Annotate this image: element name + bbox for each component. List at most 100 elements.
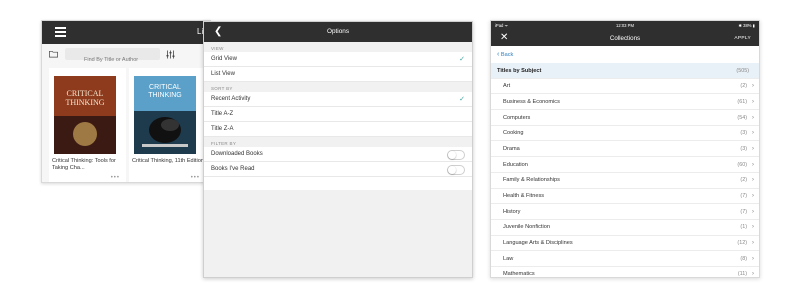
checkmark-icon: ✓	[459, 96, 465, 103]
section-label-filter-by: FILTER BY	[204, 137, 472, 147]
library-search-row	[42, 44, 210, 66]
options-empty-area	[204, 190, 472, 277]
option-grid-view[interactable]: Grid View ✓	[204, 52, 472, 67]
collection-list-item[interactable]: Business & Economics (61) ›	[491, 94, 759, 111]
collection-list-item[interactable]: Juvenile Nonfiction (1) ›	[491, 220, 759, 236]
filter-sliders-icon[interactable]	[166, 50, 175, 59]
collection-name: Law	[503, 255, 514, 262]
collection-list-item[interactable]: Family & Relationships (2) ›	[491, 173, 759, 189]
collection-name: Art	[503, 83, 511, 90]
options-panel: ❮ Options VIEW Grid View ✓ List View SOR…	[203, 21, 473, 278]
collection-count: (2)	[740, 177, 747, 184]
collection-name: Business & Economics	[503, 98, 560, 105]
option-title-a-z[interactable]: Title A-Z	[204, 107, 472, 122]
collection-list-item[interactable]: Drama (3) ›	[491, 141, 759, 158]
chevron-right-icon: ›	[751, 129, 754, 137]
toggle-knob	[448, 150, 456, 159]
cover-title-line1: CRITICAL	[67, 89, 104, 98]
status-bar: iPad ᯤ 12:03 PM ✱ 38% ▮	[491, 21, 759, 30]
chevron-right-icon: ›	[751, 207, 754, 215]
collection-count: (60)	[737, 161, 747, 168]
collection-list-item[interactable]: Mathematics (11) ›	[491, 267, 759, 278]
collection-name: History	[503, 208, 521, 215]
chevron-right-icon: ›	[751, 160, 754, 168]
collection-name: Drama	[503, 145, 520, 152]
option-label: Title Z-A	[211, 126, 234, 132]
collection-list-item[interactable]: Education (60) ›	[491, 157, 759, 173]
apply-button[interactable]: APPLY	[734, 36, 751, 41]
chevron-right-icon: ›	[751, 113, 754, 121]
book-card[interactable]: CRITICAL THINKING Critical Thinking: Too…	[49, 68, 126, 182]
book-title: Critical Thinking, 11th Edition	[132, 158, 204, 164]
book-cover-image[interactable]: CRITICAL THINKING	[134, 76, 196, 154]
collection-list-item[interactable]: Language Arts & Disciplines (12) ›	[491, 236, 759, 252]
collection-count: (54)	[737, 114, 747, 121]
collection-name: Education	[503, 161, 528, 168]
option-label: Recent Activity	[211, 96, 251, 102]
chevron-right-icon: ›	[751, 223, 754, 231]
book-cover-image[interactable]: CRITICAL THINKING	[54, 76, 116, 154]
option-label: List View	[211, 71, 235, 77]
option-recent-activity[interactable]: Recent Activity ✓	[204, 92, 472, 107]
search-input[interactable]	[65, 54, 160, 66]
chevron-right-icon: ›	[751, 97, 754, 105]
cover-title-line2: THINKING	[148, 92, 181, 99]
cover-title-line1: CRITICAL	[149, 84, 181, 91]
collection-count: (11)	[737, 271, 747, 278]
collection-list-item[interactable]: Computers (54) ›	[491, 110, 759, 126]
collection-list-item[interactable]: Health & Fitness (7) ›	[491, 189, 759, 205]
collection-name: Language Arts & Disciplines	[503, 240, 573, 247]
back-row: ‹ Back	[491, 46, 759, 63]
collection-name: Computers	[503, 114, 531, 121]
collection-name: Family & Relationships	[503, 177, 560, 184]
subject-header-row[interactable]: Titles by Subject (505)	[491, 63, 759, 79]
collection-count: (3)	[740, 145, 747, 152]
collection-list: Art (2) › Business & Economics (61) › Computer…	[491, 79, 759, 278]
subject-label: Titles by Subject	[497, 67, 542, 74]
collection-name: Mathematics	[503, 271, 535, 278]
status-time: 12:03 PM	[616, 23, 634, 28]
collection-count: (1)	[740, 224, 747, 231]
library-panel: Lib CRITICAL THINKING Critical Thinking:…	[41, 20, 211, 183]
checkmark-icon: ✓	[459, 56, 465, 63]
collection-list-item[interactable]: History (7) ›	[491, 204, 759, 220]
chevron-right-icon: ›	[751, 176, 754, 184]
downloaded-books-toggle[interactable]	[447, 149, 465, 160]
chevron-right-icon: ›	[751, 239, 754, 247]
back-link[interactable]: ‹ Back	[497, 51, 513, 58]
folder-icon[interactable]	[49, 50, 58, 58]
back-label: Back	[500, 52, 514, 58]
options-header: ❮ Options	[204, 22, 472, 42]
chevron-left-icon: ‹	[497, 51, 500, 58]
chevron-right-icon: ›	[751, 192, 754, 199]
collection-count: (12)	[737, 240, 747, 247]
section-label-view: VIEW	[204, 42, 472, 52]
collections-panel: iPad ᯤ 12:03 PM ✱ 38% ▮ ✕ Collections AP…	[490, 20, 760, 278]
option-label: Books I've Read	[211, 166, 255, 172]
books-read-toggle[interactable]	[447, 164, 465, 175]
option-list-view[interactable]: List View	[204, 67, 472, 82]
collection-count: (61)	[737, 98, 747, 105]
collections-title: Collections	[609, 35, 641, 42]
option-label: Grid View	[211, 56, 237, 62]
options-title: Options	[326, 28, 350, 35]
more-options-icon[interactable]: •••	[191, 175, 200, 181]
option-title-z-a[interactable]: Title Z-A	[204, 122, 472, 137]
status-battery: ✱ 38% ▮	[738, 23, 755, 28]
hamburger-menu-icon[interactable]	[55, 27, 66, 37]
section-label-sort-by: SORT BY	[204, 82, 472, 92]
book-title: Critical Thinking: Tools for Taking Cha.…	[52, 158, 116, 171]
search-box	[65, 48, 160, 66]
collection-list-item[interactable]: Cooking (3) ›	[491, 126, 759, 142]
option-label: Downloaded Books	[211, 151, 263, 157]
collection-list-item[interactable]: Art (2) ›	[491, 79, 759, 95]
option-label: Title A-Z	[211, 111, 234, 117]
more-options-icon[interactable]: •••	[111, 175, 120, 181]
collection-count: (8)	[740, 255, 747, 262]
collection-name: Juvenile Nonfiction	[503, 224, 550, 231]
collection-list-item[interactable]: Law (8) ›	[491, 251, 759, 267]
collection-name: Cooking	[503, 130, 524, 137]
cover-title-line2: THINKING	[65, 98, 104, 107]
collection-name: Health & Fitness	[503, 193, 545, 199]
book-card[interactable]: CRITICAL THINKING Critical Thinking, 11t…	[129, 68, 206, 182]
